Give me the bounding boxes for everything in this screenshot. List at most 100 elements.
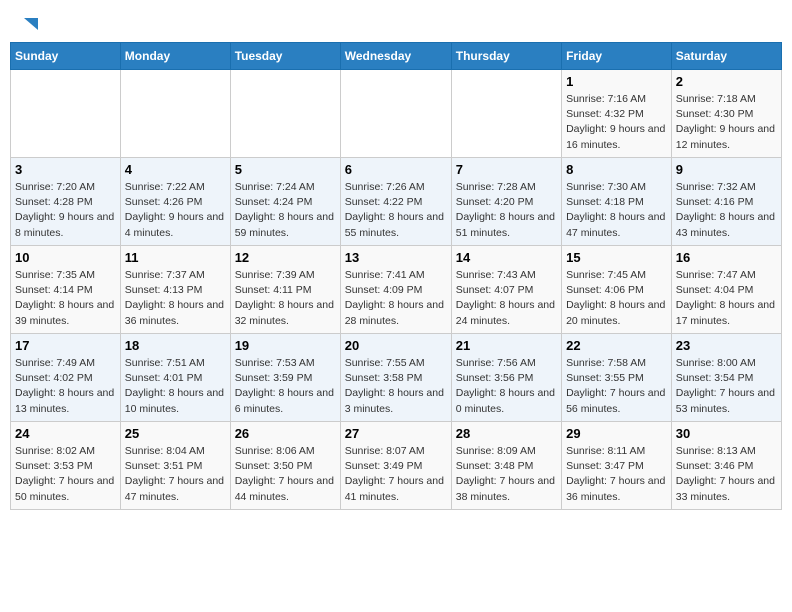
calendar-cell: 3 Sunrise: 7:20 AM Sunset: 4:28 PM Daylig… xyxy=(11,158,121,246)
day-number: 24 xyxy=(15,426,116,441)
day-info: Sunrise: 7:22 AM Sunset: 4:26 PM Dayligh… xyxy=(125,180,226,241)
calendar-cell: 6 Sunrise: 7:26 AM Sunset: 4:22 PM Daylig… xyxy=(340,158,451,246)
day-info: Sunrise: 7:55 AM Sunset: 3:58 PM Dayligh… xyxy=(345,356,447,417)
day-number: 17 xyxy=(15,338,116,353)
weekday-header-monday: Monday xyxy=(120,43,230,70)
calendar-cell xyxy=(451,70,561,158)
day-info: Sunrise: 8:04 AM Sunset: 3:51 PM Dayligh… xyxy=(125,444,226,505)
calendar-week-row: 3 Sunrise: 7:20 AM Sunset: 4:28 PM Daylig… xyxy=(11,158,782,246)
day-info: Sunrise: 7:30 AM Sunset: 4:18 PM Dayligh… xyxy=(566,180,667,241)
day-info: Sunrise: 7:28 AM Sunset: 4:20 PM Dayligh… xyxy=(456,180,557,241)
weekday-header-wednesday: Wednesday xyxy=(340,43,451,70)
calendar-cell: 27 Sunrise: 8:07 AM Sunset: 3:49 PM Dayli… xyxy=(340,422,451,510)
day-number: 9 xyxy=(676,162,777,177)
day-number: 27 xyxy=(345,426,447,441)
day-number: 29 xyxy=(566,426,667,441)
calendar-cell: 18Sunrise: 7:51 AM Sunset: 4:01 PM Dayli… xyxy=(120,334,230,422)
day-info: Sunrise: 7:26 AM Sunset: 4:22 PM Dayligh… xyxy=(345,180,447,241)
calendar-cell: 2 Sunrise: 7:18 AM Sunset: 4:30 PM Daylig… xyxy=(671,70,781,158)
day-number: 14 xyxy=(456,250,557,265)
calendar-cell xyxy=(340,70,451,158)
weekday-header-thursday: Thursday xyxy=(451,43,561,70)
day-info: Sunrise: 8:13 AM Sunset: 3:46 PM Dayligh… xyxy=(676,444,777,505)
calendar-cell: 26 Sunrise: 8:06 AM Sunset: 3:50 PM Dayli… xyxy=(230,422,340,510)
day-number: 11 xyxy=(125,250,226,265)
calendar-cell: 23 Sunrise: 8:00 AM Sunset: 3:54 PM Dayli… xyxy=(671,334,781,422)
calendar-cell: 4Sunrise: 7:22 AM Sunset: 4:26 PM Daylig… xyxy=(120,158,230,246)
day-number: 8 xyxy=(566,162,667,177)
day-number: 22 xyxy=(566,338,667,353)
calendar-cell: 12 Sunrise: 7:39 AM Sunset: 4:11 PM Dayli… xyxy=(230,246,340,334)
calendar-cell xyxy=(120,70,230,158)
calendar-cell: 9 Sunrise: 7:32 AM Sunset: 4:16 PM Daylig… xyxy=(671,158,781,246)
day-info: Sunrise: 7:56 AM Sunset: 3:56 PM Dayligh… xyxy=(456,356,557,417)
calendar-cell: 17 Sunrise: 7:49 AM Sunset: 4:02 PM Dayli… xyxy=(11,334,121,422)
weekday-header-friday: Friday xyxy=(562,43,672,70)
day-info: Sunrise: 8:00 AM Sunset: 3:54 PM Dayligh… xyxy=(676,356,777,417)
calendar-cell: 15 Sunrise: 7:45 AM Sunset: 4:06 PM Dayli… xyxy=(562,246,672,334)
day-number: 21 xyxy=(456,338,557,353)
day-info: Sunrise: 7:18 AM Sunset: 4:30 PM Dayligh… xyxy=(676,92,777,153)
day-number: 28 xyxy=(456,426,557,441)
day-info: Sunrise: 8:11 AM Sunset: 3:47 PM Dayligh… xyxy=(566,444,667,505)
calendar-cell: 16 Sunrise: 7:47 AM Sunset: 4:04 PM Dayli… xyxy=(671,246,781,334)
calendar-cell: 20 Sunrise: 7:55 AM Sunset: 3:58 PM Dayli… xyxy=(340,334,451,422)
calendar-week-row: 10 Sunrise: 7:35 AM Sunset: 4:14 PM Dayli… xyxy=(11,246,782,334)
calendar-cell: 5 Sunrise: 7:24 AM Sunset: 4:24 PM Daylig… xyxy=(230,158,340,246)
day-number: 2 xyxy=(676,74,777,89)
calendar-week-row: 1 Sunrise: 7:16 AM Sunset: 4:32 PM Daylig… xyxy=(11,70,782,158)
day-number: 23 xyxy=(676,338,777,353)
day-number: 26 xyxy=(235,426,336,441)
day-info: Sunrise: 7:35 AM Sunset: 4:14 PM Dayligh… xyxy=(15,268,116,329)
day-info: Sunrise: 8:02 AM Sunset: 3:53 PM Dayligh… xyxy=(15,444,116,505)
day-number: 12 xyxy=(235,250,336,265)
day-info: Sunrise: 7:41 AM Sunset: 4:09 PM Dayligh… xyxy=(345,268,447,329)
day-info: Sunrise: 7:16 AM Sunset: 4:32 PM Dayligh… xyxy=(566,92,667,153)
calendar-cell: 1 Sunrise: 7:16 AM Sunset: 4:32 PM Daylig… xyxy=(562,70,672,158)
day-number: 20 xyxy=(345,338,447,353)
day-info: Sunrise: 7:53 AM Sunset: 3:59 PM Dayligh… xyxy=(235,356,336,417)
day-number: 25 xyxy=(125,426,226,441)
weekday-header-row: SundayMondayTuesdayWednesdayThursdayFrid… xyxy=(11,43,782,70)
day-info: Sunrise: 8:07 AM Sunset: 3:49 PM Dayligh… xyxy=(345,444,447,505)
calendar-cell: 13 Sunrise: 7:41 AM Sunset: 4:09 PM Dayli… xyxy=(340,246,451,334)
day-info: Sunrise: 7:32 AM Sunset: 4:16 PM Dayligh… xyxy=(676,180,777,241)
calendar-week-row: 24 Sunrise: 8:02 AM Sunset: 3:53 PM Dayli… xyxy=(11,422,782,510)
day-number: 16 xyxy=(676,250,777,265)
day-number: 10 xyxy=(15,250,116,265)
day-info: Sunrise: 7:45 AM Sunset: 4:06 PM Dayligh… xyxy=(566,268,667,329)
calendar-cell xyxy=(230,70,340,158)
calendar-cell: 7 Sunrise: 7:28 AM Sunset: 4:20 PM Daylig… xyxy=(451,158,561,246)
day-number: 6 xyxy=(345,162,447,177)
day-number: 3 xyxy=(15,162,116,177)
day-info: Sunrise: 7:37 AM Sunset: 4:13 PM Dayligh… xyxy=(125,268,226,329)
day-info: Sunrise: 7:39 AM Sunset: 4:11 PM Dayligh… xyxy=(235,268,336,329)
day-number: 19 xyxy=(235,338,336,353)
weekday-header-tuesday: Tuesday xyxy=(230,43,340,70)
calendar-cell: 8 Sunrise: 7:30 AM Sunset: 4:18 PM Daylig… xyxy=(562,158,672,246)
day-number: 13 xyxy=(345,250,447,265)
page-header xyxy=(10,10,782,36)
day-number: 1 xyxy=(566,74,667,89)
day-number: 5 xyxy=(235,162,336,177)
day-number: 30 xyxy=(676,426,777,441)
logo-triangle-icon xyxy=(20,14,38,32)
day-info: Sunrise: 8:06 AM Sunset: 3:50 PM Dayligh… xyxy=(235,444,336,505)
calendar-cell: 28Sunrise: 8:09 AM Sunset: 3:48 PM Dayli… xyxy=(451,422,561,510)
day-info: Sunrise: 7:43 AM Sunset: 4:07 PM Dayligh… xyxy=(456,268,557,329)
weekday-header-sunday: Sunday xyxy=(11,43,121,70)
calendar-cell: 29 Sunrise: 8:11 AM Sunset: 3:47 PM Dayli… xyxy=(562,422,672,510)
calendar-week-row: 17 Sunrise: 7:49 AM Sunset: 4:02 PM Dayli… xyxy=(11,334,782,422)
calendar-cell: 21 Sunrise: 7:56 AM Sunset: 3:56 PM Dayli… xyxy=(451,334,561,422)
day-info: Sunrise: 7:24 AM Sunset: 4:24 PM Dayligh… xyxy=(235,180,336,241)
day-info: Sunrise: 7:58 AM Sunset: 3:55 PM Dayligh… xyxy=(566,356,667,417)
day-number: 7 xyxy=(456,162,557,177)
calendar-cell: 11 Sunrise: 7:37 AM Sunset: 4:13 PM Dayli… xyxy=(120,246,230,334)
day-info: Sunrise: 7:20 AM Sunset: 4:28 PM Dayligh… xyxy=(15,180,116,241)
day-info: Sunrise: 7:47 AM Sunset: 4:04 PM Dayligh… xyxy=(676,268,777,329)
day-number: 15 xyxy=(566,250,667,265)
day-info: Sunrise: 7:49 AM Sunset: 4:02 PM Dayligh… xyxy=(15,356,116,417)
day-number: 18 xyxy=(125,338,226,353)
weekday-header-saturday: Saturday xyxy=(671,43,781,70)
calendar-cell: 22 Sunrise: 7:58 AM Sunset: 3:55 PM Dayli… xyxy=(562,334,672,422)
